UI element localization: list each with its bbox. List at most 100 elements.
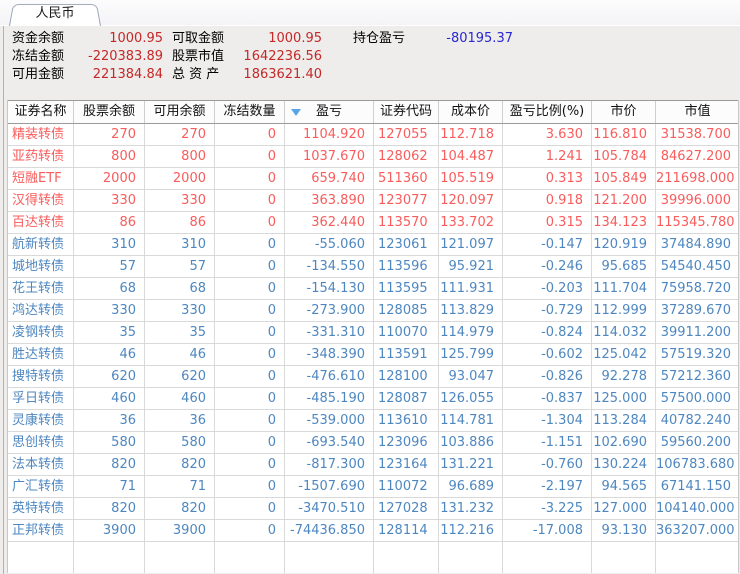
position-row[interactable]: 搜特转债 620 620 0 -476.610 128100 93.047 -0.826 92.… — [8, 366, 738, 388]
tab-bar: 人民币 — [0, 0, 740, 26]
cell-available: 35 — [145, 322, 215, 344]
cell-frozen: 0 — [215, 256, 285, 278]
summary-pair: 持仓盈亏 -80195.37 — [353, 30, 513, 48]
position-row[interactable]: 花王转债 68 68 0 -154.130 113595 111.931 -0.203 111.… — [8, 278, 738, 300]
cell-cost: 114.979 — [439, 322, 503, 344]
tab-rmb-label: 人民币 — [35, 6, 75, 21]
position-row[interactable]: 航新转债 310 310 0 -55.060 123061 121.097 -0.147 120… — [8, 234, 738, 256]
cell-available: 330 — [145, 190, 215, 212]
cell-pl_pct: -0.602 — [503, 344, 592, 366]
position-row[interactable]: 精装转债 270 270 0 1104.920 127055 112.718 3.630 116… — [8, 124, 738, 146]
cell-pl: -154.130 — [285, 278, 374, 300]
position-row[interactable]: 广汇转债 71 71 0 -1507.690 110072 96.689 -2.197 94.5… — [8, 476, 738, 498]
cell-pl_pct: -0.824 — [503, 322, 592, 344]
cell-cost: 103.886 — [439, 432, 503, 454]
col-header-label: 盈亏比例(%) — [509, 104, 585, 119]
cell-frozen: 0 — [215, 344, 285, 366]
col-header-value[interactable]: 市值 — [656, 101, 738, 123]
cell-pl: -1507.690 — [285, 476, 374, 498]
col-header-pl[interactable]: 盈亏 — [285, 101, 374, 123]
position-row[interactable]: 正邦转债 3900 3900 0 -74436.850 128114 112.216 -17.… — [8, 520, 738, 542]
cell-cost: 104.487 — [439, 146, 503, 168]
cell-frozen: 0 — [215, 322, 285, 344]
cell-pl_pct: -0.760 — [503, 454, 592, 476]
cell-balance: 460 — [74, 388, 145, 410]
cell-code: 127028 — [374, 498, 439, 520]
summary-value: 221384.84 — [92, 67, 163, 82]
empty-cell — [374, 542, 439, 573]
cell-pl_pct: -1.304 — [503, 410, 592, 432]
cell-pl_pct: -0.203 — [503, 278, 592, 300]
position-row[interactable]: 孚日转债 460 460 0 -485.190 128087 126.055 -0.837 12… — [8, 388, 738, 410]
summary-row: 冻结金额 -220383.89 股票市值 1642236.56 — [12, 48, 740, 66]
position-row[interactable]: 凌钢转债 35 35 0 -331.310 110070 114.979 -0.824 114.… — [8, 322, 738, 344]
position-row[interactable]: 英特转债 820 820 0 -3470.510 127028 131.232 -3.225 1… — [8, 498, 738, 520]
cell-code: 128085 — [374, 300, 439, 322]
position-row[interactable]: 思创转债 580 580 0 -693.540 123096 103.886 -1.151 10… — [8, 432, 738, 454]
col-header-cost[interactable]: 成本价 — [439, 101, 503, 123]
cell-name: 胜达转债 — [8, 344, 74, 366]
cell-code: 128087 — [374, 388, 439, 410]
cell-price: 92.278 — [592, 366, 656, 388]
col-header-label: 证券名称 — [14, 104, 67, 119]
cell-available: 620 — [145, 366, 215, 388]
cell-cost: 112.216 — [439, 520, 503, 542]
col-header-label: 可用余额 — [153, 104, 206, 119]
position-row[interactable]: 鸿达转债 330 330 0 -273.900 128085 113.829 -0.729 11… — [8, 300, 738, 322]
cell-value: 37289.670 — [656, 300, 738, 322]
col-header-price[interactable]: 市价 — [592, 101, 656, 123]
position-row[interactable]: 汉得转债 330 330 0 363.890 123077 120.097 0.918 121.… — [8, 190, 738, 212]
tab-rmb[interactable]: 人民币 — [9, 2, 101, 26]
cell-pl_pct: 3.630 — [503, 124, 592, 146]
summary-label: 总 资 产 — [172, 67, 220, 82]
cell-frozen: 0 — [215, 190, 285, 212]
cell-code: 127055 — [374, 124, 439, 146]
col-header-label: 市值 — [684, 104, 711, 119]
cell-pl_pct: -2.197 — [503, 476, 592, 498]
summary-pair: 总 资 产 1863621.40 — [172, 66, 322, 84]
position-row[interactable]: 百达转债 86 86 0 362.440 113570 133.702 0.315 134.12… — [8, 212, 738, 234]
cell-name: 搜特转债 — [8, 366, 74, 388]
summary-label: 资金余额 — [12, 31, 65, 46]
col-header-code[interactable]: 证券代码 — [374, 101, 439, 123]
position-row[interactable]: 城地转债 57 57 0 -134.550 113596 95.921 -0.246 95.68… — [8, 256, 738, 278]
cell-cost: 95.921 — [439, 256, 503, 278]
summary-pair: 冻结金额 -220383.89 — [12, 48, 163, 66]
cell-pl_pct: -0.246 — [503, 256, 592, 278]
cell-value: 363207.000 — [656, 520, 738, 542]
cell-name: 凌钢转债 — [8, 322, 74, 344]
position-row[interactable]: 灵康转债 36 36 0 -539.000 113610 114.781 -1.304 113.… — [8, 410, 738, 432]
col-header-name[interactable]: 证券名称 — [8, 101, 74, 123]
position-row[interactable]: 短融ETF 2000 2000 0 659.740 511360 105.519 0.313 1… — [8, 168, 738, 190]
cell-price: 94.565 — [592, 476, 656, 498]
col-header-balance[interactable]: 股票余额 — [74, 101, 145, 123]
summary-value: 1863621.40 — [243, 67, 322, 82]
cell-name: 孚日转债 — [8, 388, 74, 410]
cell-frozen: 0 — [215, 146, 285, 168]
position-row[interactable]: 法本转债 820 820 0 -817.300 123164 131.221 -0.760 13… — [8, 454, 738, 476]
position-row[interactable]: 亚药转债 800 800 0 1037.670 128062 104.487 1.241 105… — [8, 146, 738, 168]
cell-frozen: 0 — [215, 388, 285, 410]
position-row[interactable]: 胜达转债 46 46 0 -348.390 113591 125.799 -0.602 125.… — [8, 344, 738, 366]
cell-code: 113591 — [374, 344, 439, 366]
cell-cost: 114.781 — [439, 410, 503, 432]
cell-value: 57212.360 — [656, 366, 738, 388]
col-header-available[interactable]: 可用余额 — [145, 101, 215, 123]
cell-frozen: 0 — [215, 366, 285, 388]
col-header-pl_pct[interactable]: 盈亏比例(%) — [503, 101, 592, 123]
cell-value: 37484.890 — [656, 234, 738, 256]
cell-balance: 86 — [74, 212, 145, 234]
cell-available: 580 — [145, 432, 215, 454]
col-header-frozen[interactable]: 冻结数量 — [215, 101, 285, 123]
cell-cost: 111.931 — [439, 278, 503, 300]
positions-table-header: 证券名称 股票余额 可用余额 冻结数量 盈亏 证券代码 成本价 盈亏比例(%) 市价 市值 — [8, 100, 738, 124]
cell-price: 102.690 — [592, 432, 656, 454]
cell-balance: 800 — [74, 146, 145, 168]
summary-label: 股票市值 — [172, 49, 225, 64]
cell-pl_pct: -1.151 — [503, 432, 592, 454]
cell-available: 800 — [145, 146, 215, 168]
empty-cell — [74, 542, 145, 573]
account-summary: 资金余额 1000.95 可取金额 1000.95 持仓盈亏 -80195.37 冻结金额 -… — [0, 26, 740, 100]
cell-cost: 93.047 — [439, 366, 503, 388]
cell-balance: 35 — [74, 322, 145, 344]
